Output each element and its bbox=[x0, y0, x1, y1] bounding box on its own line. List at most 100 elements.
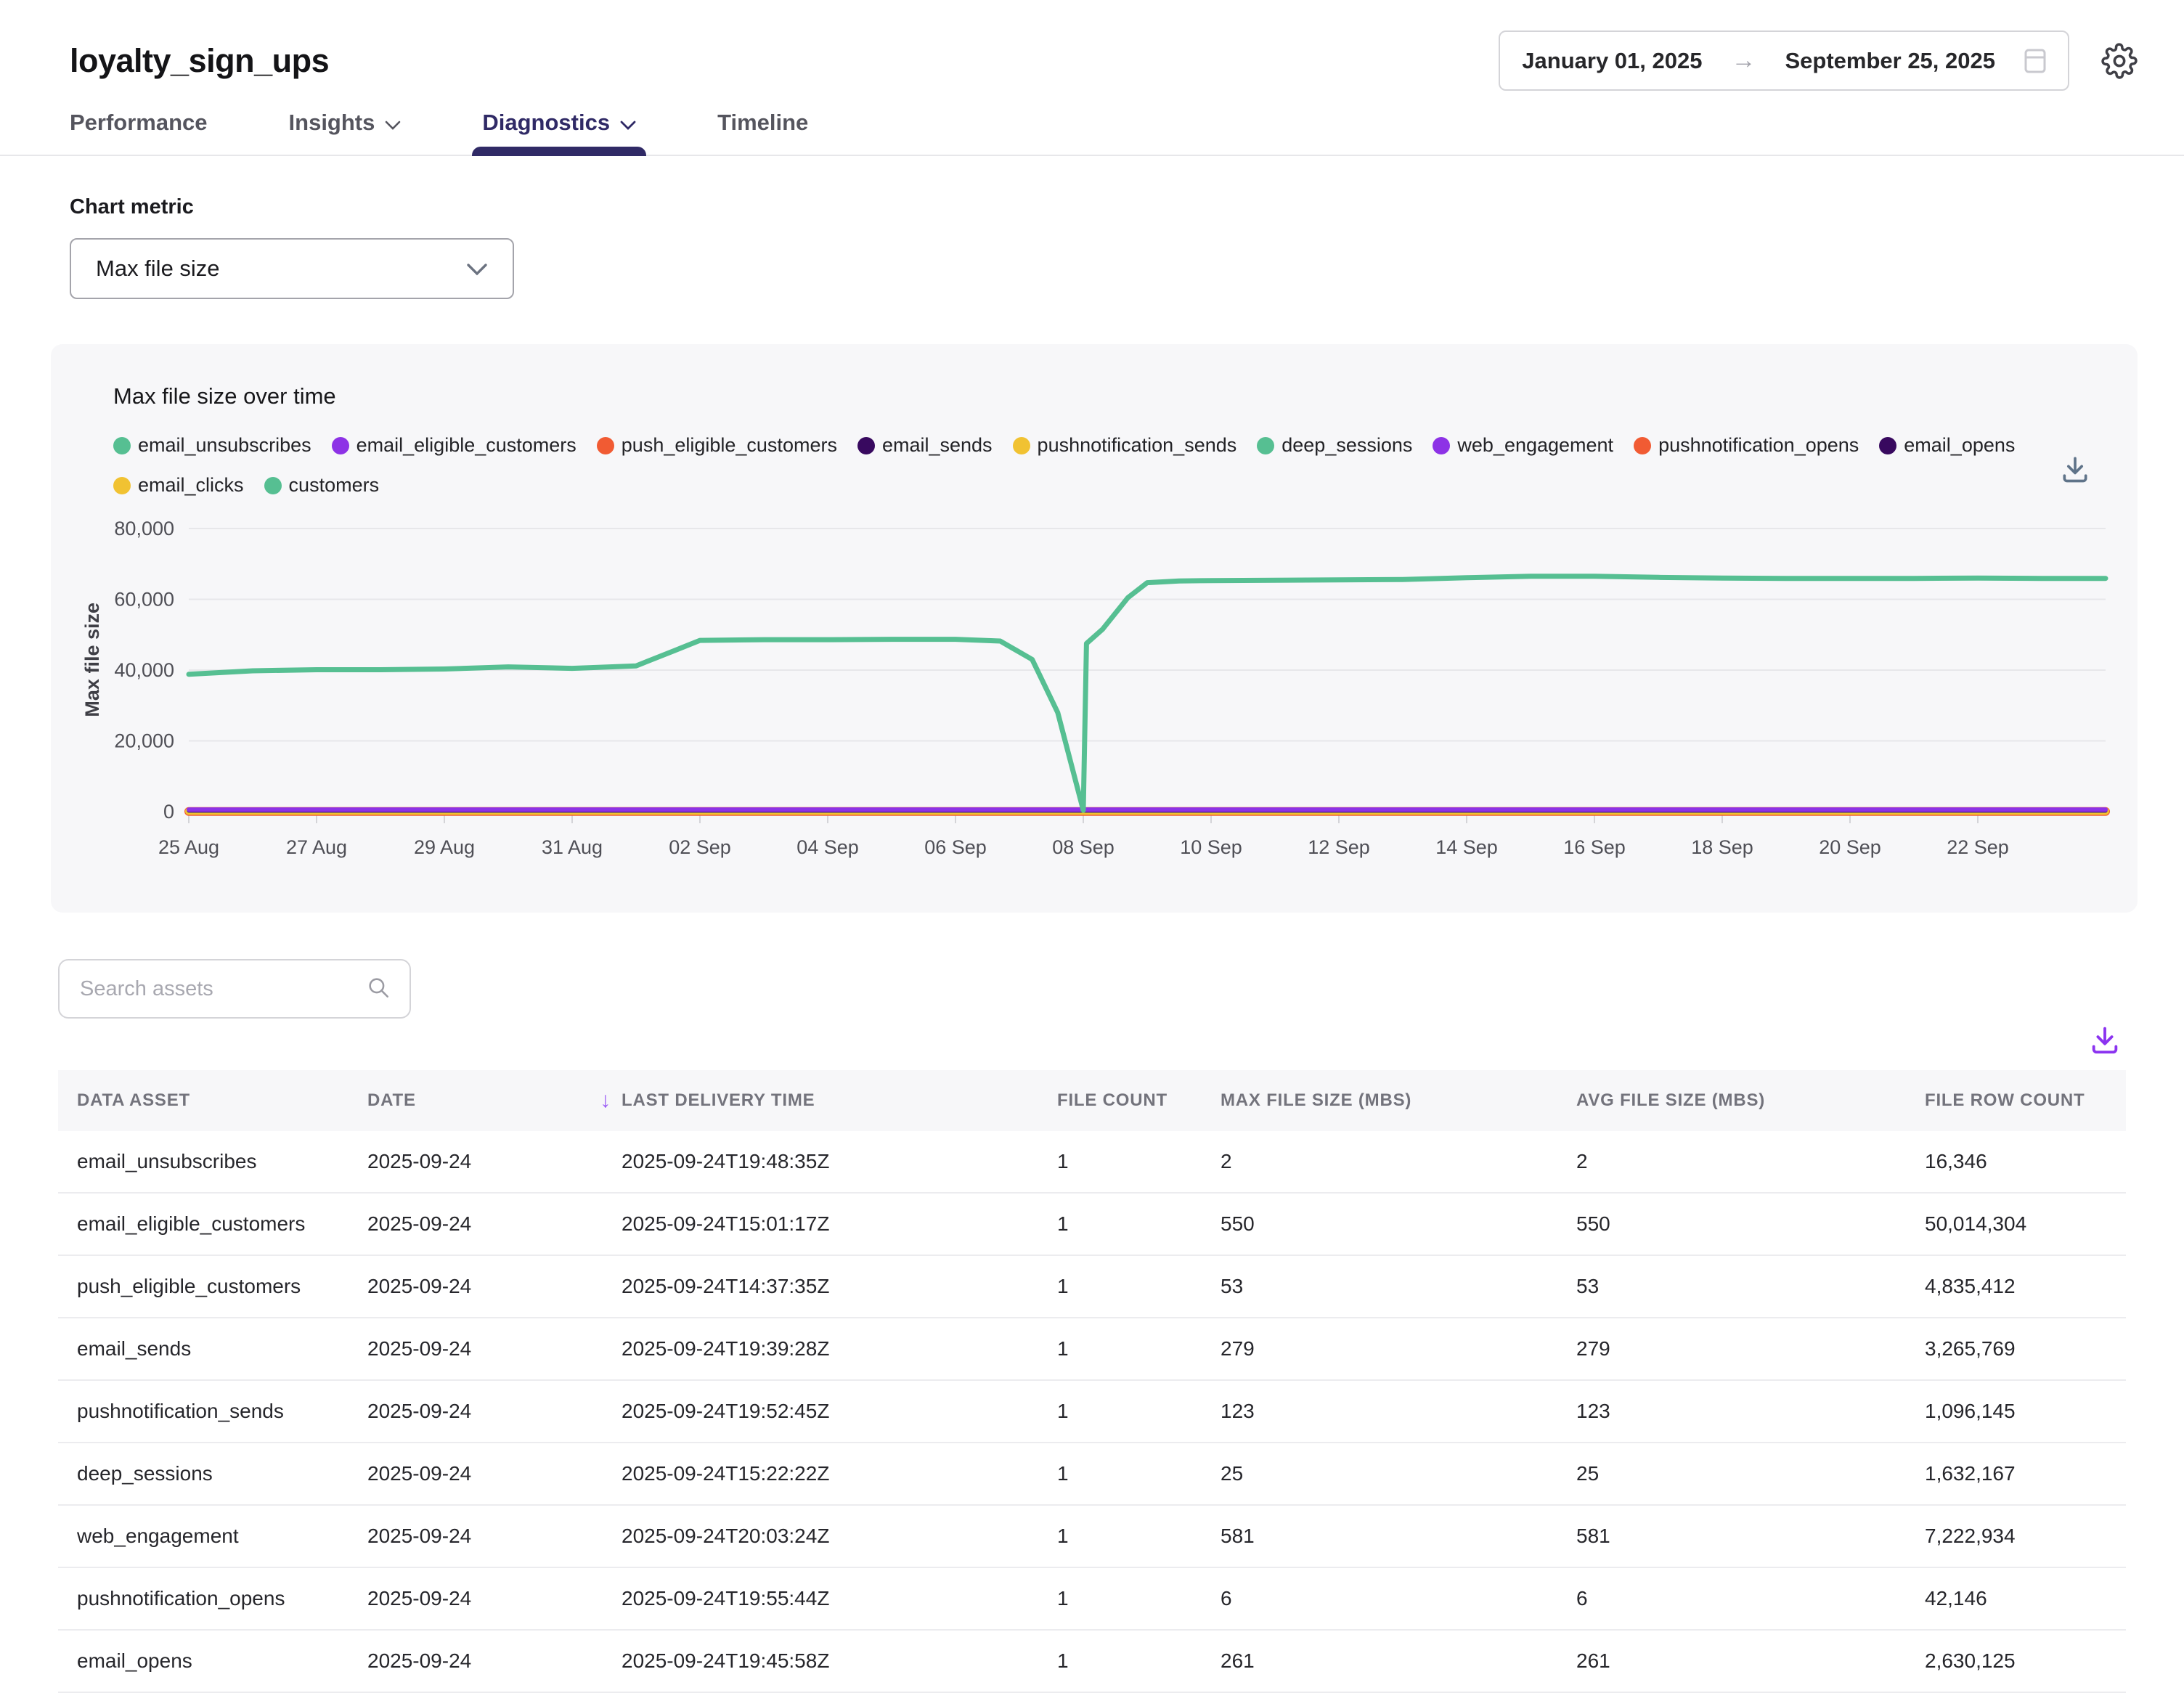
table-row[interactable]: email_opens2025-09-242025-09-24T19:45:58… bbox=[58, 1631, 2126, 1693]
column-header-data-asset[interactable]: DATA ASSET bbox=[77, 1090, 367, 1111]
chart-legend: email_unsubscribes email_eligible_custome… bbox=[113, 434, 2029, 497]
date-range-end[interactable]: September 25, 2025 bbox=[1785, 48, 1995, 74]
legend-item-push_eligible_customers[interactable]: push_eligible_customers bbox=[597, 434, 837, 457]
legend-item-email_sends[interactable]: email_sends bbox=[857, 434, 993, 457]
column-header-last-delivery-time[interactable]: LAST DELIVERY TIME bbox=[622, 1090, 1057, 1111]
legend-item-email_clicks[interactable]: email_clicks bbox=[113, 474, 244, 497]
column-header-file-row-count[interactable]: FILE ROW COUNT bbox=[1925, 1090, 2124, 1111]
chart-download-icon[interactable] bbox=[2059, 453, 2091, 489]
legend-dot bbox=[597, 437, 614, 454]
legend-dot bbox=[1433, 437, 1450, 454]
legend-label: push_eligible_customers bbox=[622, 434, 837, 457]
x-tick-label: 27 Aug bbox=[286, 836, 347, 858]
cell: 2025-09-24 bbox=[367, 1150, 622, 1173]
cell: 581 bbox=[1576, 1525, 1925, 1548]
table-row[interactable]: pushnotification_sends2025-09-242025-09-… bbox=[58, 1381, 2126, 1443]
cell: 2025-09-24 bbox=[367, 1587, 622, 1610]
x-tick-label: 06 Sep bbox=[924, 836, 987, 858]
cell: 2025-09-24 bbox=[367, 1525, 622, 1548]
series-line-customers bbox=[189, 576, 2106, 810]
tab-diagnostics[interactable]: Diagnostics bbox=[482, 110, 636, 155]
column-header-max-file-size-mbs-[interactable]: MAX FILE SIZE (MBS) bbox=[1221, 1090, 1576, 1111]
legend-label: deep_sessions bbox=[1282, 434, 1412, 457]
chart-metric-select[interactable]: Max file size bbox=[70, 238, 514, 299]
cell: 2 bbox=[1576, 1150, 1925, 1173]
search-input[interactable] bbox=[78, 976, 357, 1002]
cell: 1 bbox=[1057, 1587, 1221, 1610]
x-tick-label: 20 Sep bbox=[1819, 836, 1881, 858]
chevron-down-icon bbox=[620, 110, 636, 136]
legend-item-customers[interactable]: customers bbox=[264, 474, 380, 497]
table-row[interactable]: email_eligible_customers2025-09-242025-0… bbox=[58, 1194, 2126, 1256]
table-row[interactable]: email_sends2025-09-242025-09-24T19:39:28… bbox=[58, 1318, 2126, 1381]
table-row[interactable]: email_unsubscribes2025-09-242025-09-24T1… bbox=[58, 1131, 2126, 1194]
column-header-avg-file-size-mbs-[interactable]: AVG FILE SIZE (MBS) bbox=[1576, 1090, 1925, 1111]
table-toolbar bbox=[0, 1023, 2122, 1060]
legend-item-email_unsubscribes[interactable]: email_unsubscribes bbox=[113, 434, 311, 457]
table-row[interactable]: deep_sessions2025-09-242025-09-24T15:22:… bbox=[58, 1443, 2126, 1506]
cell: 4,835,412 bbox=[1925, 1275, 2124, 1298]
search-icon bbox=[366, 975, 391, 1003]
x-tick-label: 08 Sep bbox=[1052, 836, 1115, 858]
tab-timeline[interactable]: Timeline bbox=[717, 110, 808, 155]
tab-label: Performance bbox=[70, 110, 208, 136]
table-download-icon[interactable] bbox=[2088, 1023, 2122, 1060]
legend-label: email_sends bbox=[882, 434, 993, 457]
legend-dot bbox=[1013, 437, 1030, 454]
cell: 2025-09-24T20:03:24Z bbox=[622, 1525, 1057, 1548]
cell: 2025-09-24T19:45:58Z bbox=[622, 1649, 1057, 1673]
y-tick-label: 80,000 bbox=[114, 521, 174, 539]
cell: 2025-09-24T15:01:17Z bbox=[622, 1212, 1057, 1236]
legend-label: customers bbox=[289, 474, 380, 497]
cell: 2 bbox=[1221, 1150, 1576, 1173]
tab-performance[interactable]: Performance bbox=[70, 110, 208, 155]
column-header-file-count[interactable]: FILE COUNT bbox=[1057, 1090, 1221, 1111]
search-box[interactable] bbox=[58, 959, 411, 1019]
cell: 550 bbox=[1576, 1212, 1925, 1236]
x-tick-label: 22 Sep bbox=[1947, 836, 2009, 858]
legend-item-email_eligible_customers[interactable]: email_eligible_customers bbox=[332, 434, 576, 457]
table-row[interactable]: pushnotification_opens2025-09-242025-09-… bbox=[58, 1568, 2126, 1631]
legend-label: email_opens bbox=[1904, 434, 2015, 457]
cell: email_eligible_customers bbox=[77, 1212, 367, 1236]
cell: 16,346 bbox=[1925, 1150, 2124, 1173]
x-tick-label: 18 Sep bbox=[1691, 836, 1753, 858]
date-range-start[interactable]: January 01, 2025 bbox=[1522, 48, 1702, 74]
settings-gear-icon[interactable] bbox=[2101, 43, 2138, 79]
sort-desc-icon[interactable]: ↓ bbox=[600, 1088, 611, 1113]
y-tick-label: 60,000 bbox=[114, 589, 174, 611]
legend-item-email_opens[interactable]: email_opens bbox=[1879, 434, 2015, 457]
legend-dot bbox=[1257, 437, 1274, 454]
legend-item-deep_sessions[interactable]: deep_sessions bbox=[1257, 434, 1412, 457]
cell: email_sends bbox=[77, 1337, 367, 1360]
cell: 1,096,145 bbox=[1925, 1400, 2124, 1423]
y-tick-label: 0 bbox=[163, 801, 174, 823]
column-header-date[interactable]: DATE ↓ bbox=[367, 1088, 622, 1113]
legend-item-pushnotification_sends[interactable]: pushnotification_sends bbox=[1013, 434, 1237, 457]
tab-label: Timeline bbox=[717, 110, 808, 136]
legend-item-pushnotification_opens[interactable]: pushnotification_opens bbox=[1634, 434, 1859, 457]
cell: 6 bbox=[1221, 1587, 1576, 1610]
date-range-picker[interactable]: January 01, 2025 → September 25, 2025 bbox=[1499, 30, 2069, 91]
table-row[interactable]: web_engagement2025-09-242025-09-24T20:03… bbox=[58, 1506, 2126, 1568]
cell: 1 bbox=[1057, 1275, 1221, 1298]
column-label: DATE bbox=[367, 1090, 416, 1111]
legend-item-web_engagement[interactable]: web_engagement bbox=[1433, 434, 1613, 457]
tab-insights[interactable]: Insights bbox=[289, 110, 402, 155]
x-tick-label: 14 Sep bbox=[1435, 836, 1498, 858]
cell: 2025-09-24T19:39:28Z bbox=[622, 1337, 1057, 1360]
legend-dot bbox=[264, 477, 282, 494]
line-chart[interactable]: 020,00040,00060,00080,00025 Aug27 Aug29 … bbox=[73, 521, 2113, 866]
legend-dot bbox=[113, 477, 131, 494]
cell: 2025-09-24 bbox=[367, 1649, 622, 1673]
tab-label: Insights bbox=[289, 110, 375, 136]
legend-dot bbox=[332, 437, 349, 454]
y-tick-label: 40,000 bbox=[114, 659, 174, 681]
cell: 6 bbox=[1576, 1587, 1925, 1610]
table-row[interactable]: push_eligible_customers2025-09-242025-09… bbox=[58, 1256, 2126, 1318]
cell: 25 bbox=[1221, 1462, 1576, 1485]
cell: 2025-09-24T19:55:44Z bbox=[622, 1587, 1057, 1610]
legend-label: email_unsubscribes bbox=[138, 434, 311, 457]
chevron-down-icon bbox=[385, 110, 401, 136]
cell: 123 bbox=[1576, 1400, 1925, 1423]
